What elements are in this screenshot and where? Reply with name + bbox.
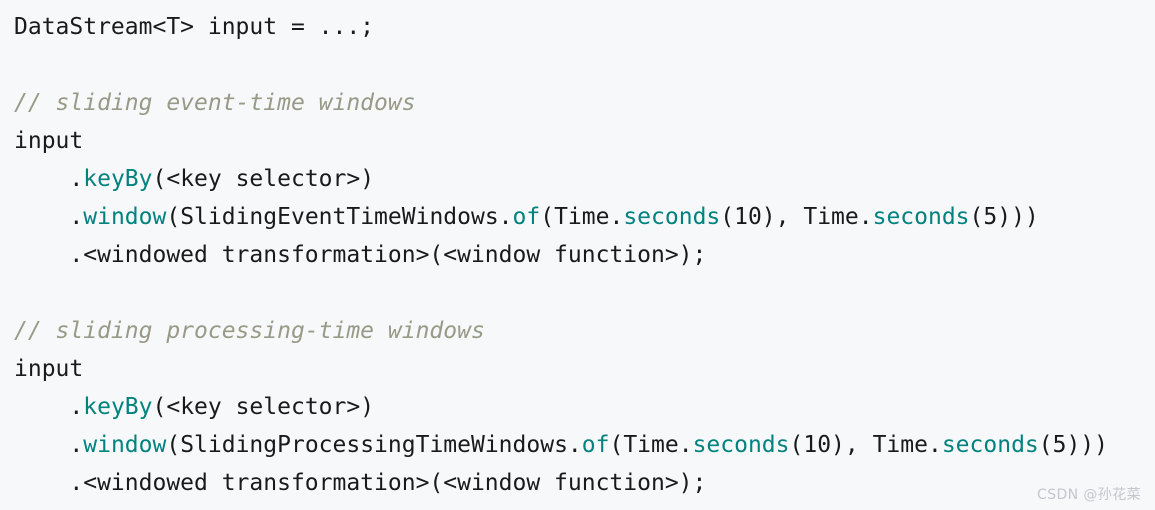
code-token-method: window [83,432,167,458]
code-token-method: keyBy [83,394,153,420]
code-line: DataStream<T> input = ...; [14,8,1155,46]
code-token-plain: (SlidingEventTimeWindows. [166,204,513,230]
code-line: input [14,350,1155,388]
code-token-plain: (5))) [1038,432,1109,458]
code-token-plain: DataStream<T> input = ...; [14,14,375,40]
code-token-plain: .<windowed transformation>(<window funct… [14,470,707,496]
code-token-comment: // sliding event-time windows [14,90,416,116]
code-line: .keyBy(<key selector>) [14,388,1155,426]
code-line: // sliding event-time windows [14,84,1155,122]
code-token-plain: (10), Time. [789,432,942,458]
code-token-plain: . [14,394,84,420]
code-token-plain: input [14,356,84,382]
code-token-plain: (10), Time. [720,204,873,230]
code-token-method: window [83,204,167,230]
code-token-method: seconds [941,432,1039,458]
code-token-method: seconds [872,204,970,230]
code-token-plain: . [14,204,84,230]
code-token-comment: // sliding processing-time windows [14,318,485,344]
code-token-plain: (<key selector>) [152,166,375,192]
code-token-plain: . [14,166,84,192]
code-token-method: of [512,204,541,230]
code-line: input [14,122,1155,160]
code-line: .<windowed transformation>(<window funct… [14,236,1155,274]
code-token-plain: (<key selector>) [152,394,375,420]
code-line: // sliding processing-time windows [14,312,1155,350]
csdn-watermark: CSDN @孙花菜 [1037,487,1141,503]
code-token-method: keyBy [83,166,153,192]
code-token-plain: (5))) [969,204,1039,230]
code-token-plain: (Time. [540,204,624,230]
code-token-method: seconds [623,204,721,230]
code-token-method: seconds [692,432,790,458]
code-token-plain: .<windowed transformation>(<window funct… [14,242,707,268]
code-line: .window(SlidingProcessingTimeWindows.of(… [14,426,1155,464]
code-token-plain: input [14,128,84,154]
code-line: .window(SlidingEventTimeWindows.of(Time.… [14,198,1155,236]
code-line: .keyBy(<key selector>) [14,160,1155,198]
code-token-plain: . [14,432,84,458]
code-block[interactable]: DataStream<T> input = ...; // sliding ev… [0,0,1155,510]
code-token-plain: (Time. [609,432,693,458]
code-token-method: of [581,432,610,458]
code-token-plain: (SlidingProcessingTimeWindows. [166,432,582,458]
code-line: .<windowed transformation>(<window funct… [14,464,1155,502]
